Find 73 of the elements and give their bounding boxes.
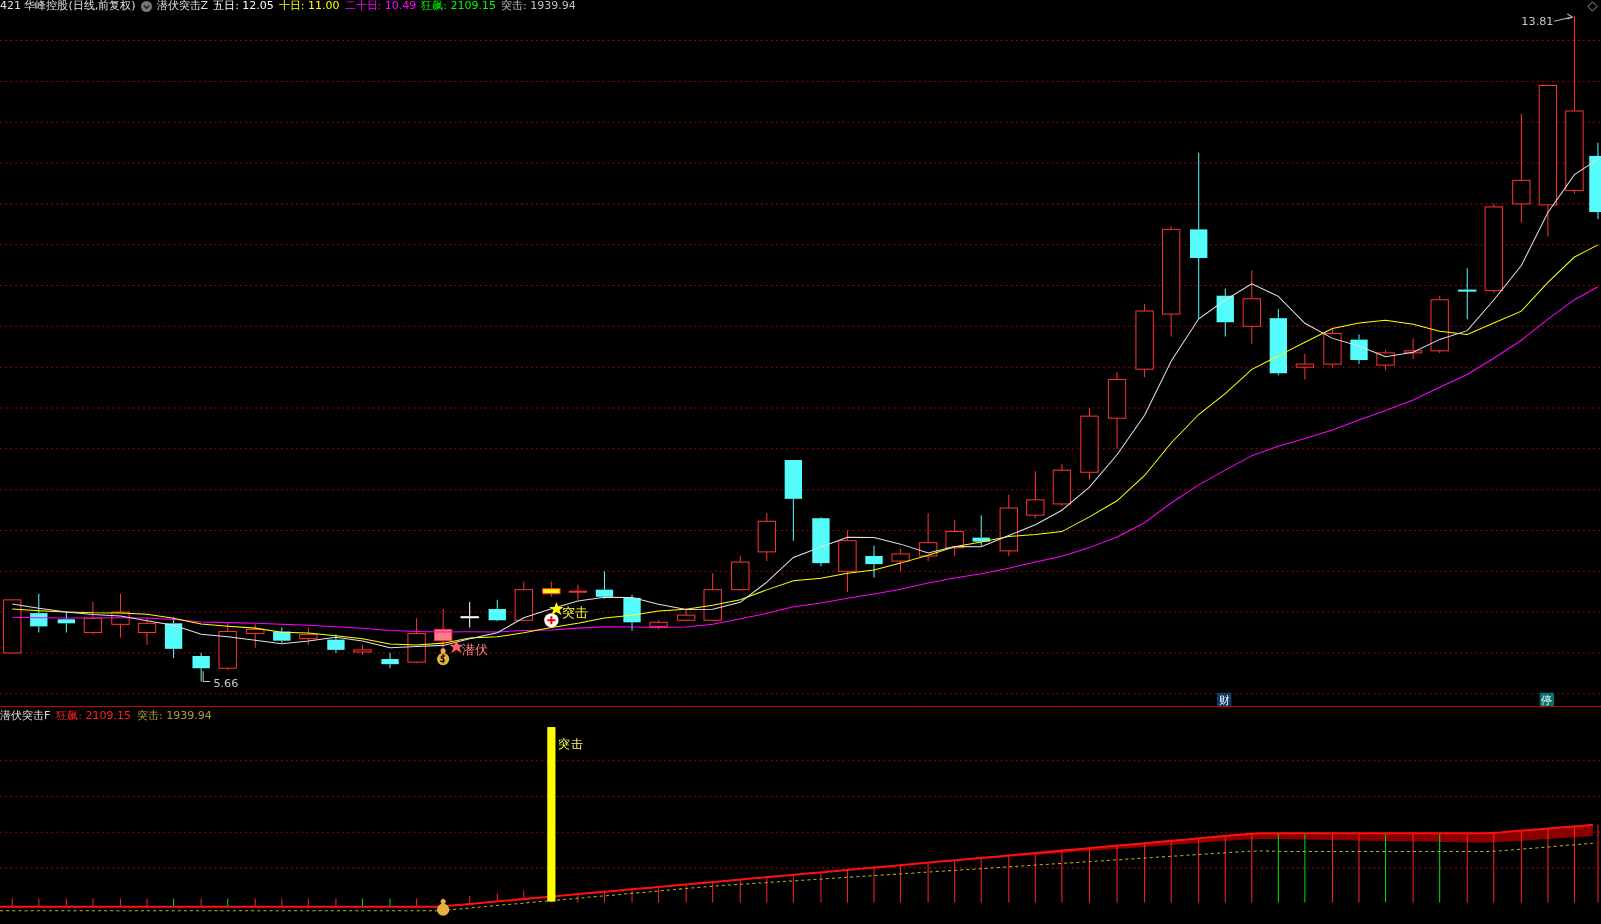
candlestick [1323, 327, 1342, 368]
legend-value: 突击: 1939.94 [500, 0, 576, 12]
leader-line [202, 670, 211, 682]
candlestick [1216, 288, 1234, 338]
high-price-label: 13.81 [1521, 15, 1554, 29]
candlestick [111, 593, 130, 639]
candlestick [1403, 338, 1423, 360]
candlestick [595, 570, 614, 600]
stock-title: 421 华峰控股(日线,前复权) [0, 0, 136, 12]
candlestick [460, 601, 479, 628]
candlestick [542, 581, 561, 598]
candlestick [972, 514, 990, 547]
legend-value: 狂飙: 2109.15 [56, 707, 132, 723]
candlestick [676, 607, 696, 622]
signal-label: 突击 [561, 605, 588, 621]
candlestick [999, 494, 1018, 557]
indicator-name: 潜伏突击F [0, 707, 51, 723]
legend-value: 十日: 11.00 [278, 0, 340, 12]
signal-label: 潜伏 [461, 641, 488, 657]
chevron-down-icon[interactable] [140, 0, 152, 12]
low-price-label: 5.66 [213, 676, 239, 690]
candlestick [353, 644, 372, 656]
candlestick [30, 593, 48, 634]
event-badge[interactable]: 财 [1218, 693, 1230, 706]
candlestick [891, 548, 910, 572]
candlestick [246, 623, 265, 649]
legend-value: 二十日: 10.49 [344, 0, 417, 12]
candlestick [1026, 470, 1045, 519]
star-icon [449, 639, 464, 653]
candlestick [812, 516, 830, 567]
candlestick [381, 652, 399, 669]
plus-circle-icon [544, 613, 559, 628]
event-badge[interactable]: 停 [1541, 693, 1553, 706]
candlestick [1376, 349, 1395, 371]
legend-value: 狂飙: 2109.15 [421, 0, 496, 12]
candlestick [838, 529, 857, 593]
candlestick [1295, 353, 1315, 380]
candlestick [649, 619, 668, 630]
candlestick [918, 512, 938, 562]
candlestick [1430, 295, 1449, 354]
money-bag-icon [437, 899, 450, 916]
candlestick [218, 621, 237, 671]
candlestick [757, 512, 776, 562]
indicator-name: 潜伏突击Z [156, 0, 209, 12]
candlestick [1458, 267, 1477, 320]
candlestick [273, 626, 291, 644]
bar-label: 突击 [558, 737, 583, 752]
candlestick [1052, 463, 1072, 507]
arrow-icon [1553, 13, 1574, 22]
candlestick [164, 616, 183, 659]
candlestick [514, 581, 533, 622]
money-bag-icon [437, 648, 450, 666]
candlestick [865, 545, 883, 578]
candlestick [83, 601, 103, 636]
legend-value: 五日: 12.05 [213, 0, 274, 12]
candlestick [703, 572, 722, 622]
legend-value: 突击: 1939.94 [137, 707, 212, 723]
candlestick [1269, 308, 1288, 376]
candlestick [299, 626, 318, 646]
candlestick [945, 519, 964, 557]
candlestick [568, 584, 588, 601]
candlestick [137, 616, 157, 646]
candlestick [327, 634, 345, 654]
candlestick [731, 555, 750, 592]
candlestick [57, 611, 76, 634]
candlestick [407, 617, 426, 664]
candlestick [192, 652, 210, 682]
candlestick [623, 594, 641, 631]
candlestick [488, 599, 506, 622]
star-icon [549, 601, 564, 616]
candlestick [3, 599, 22, 654]
diamond-icon[interactable] [1587, 0, 1598, 12]
candlestick [1350, 334, 1368, 365]
